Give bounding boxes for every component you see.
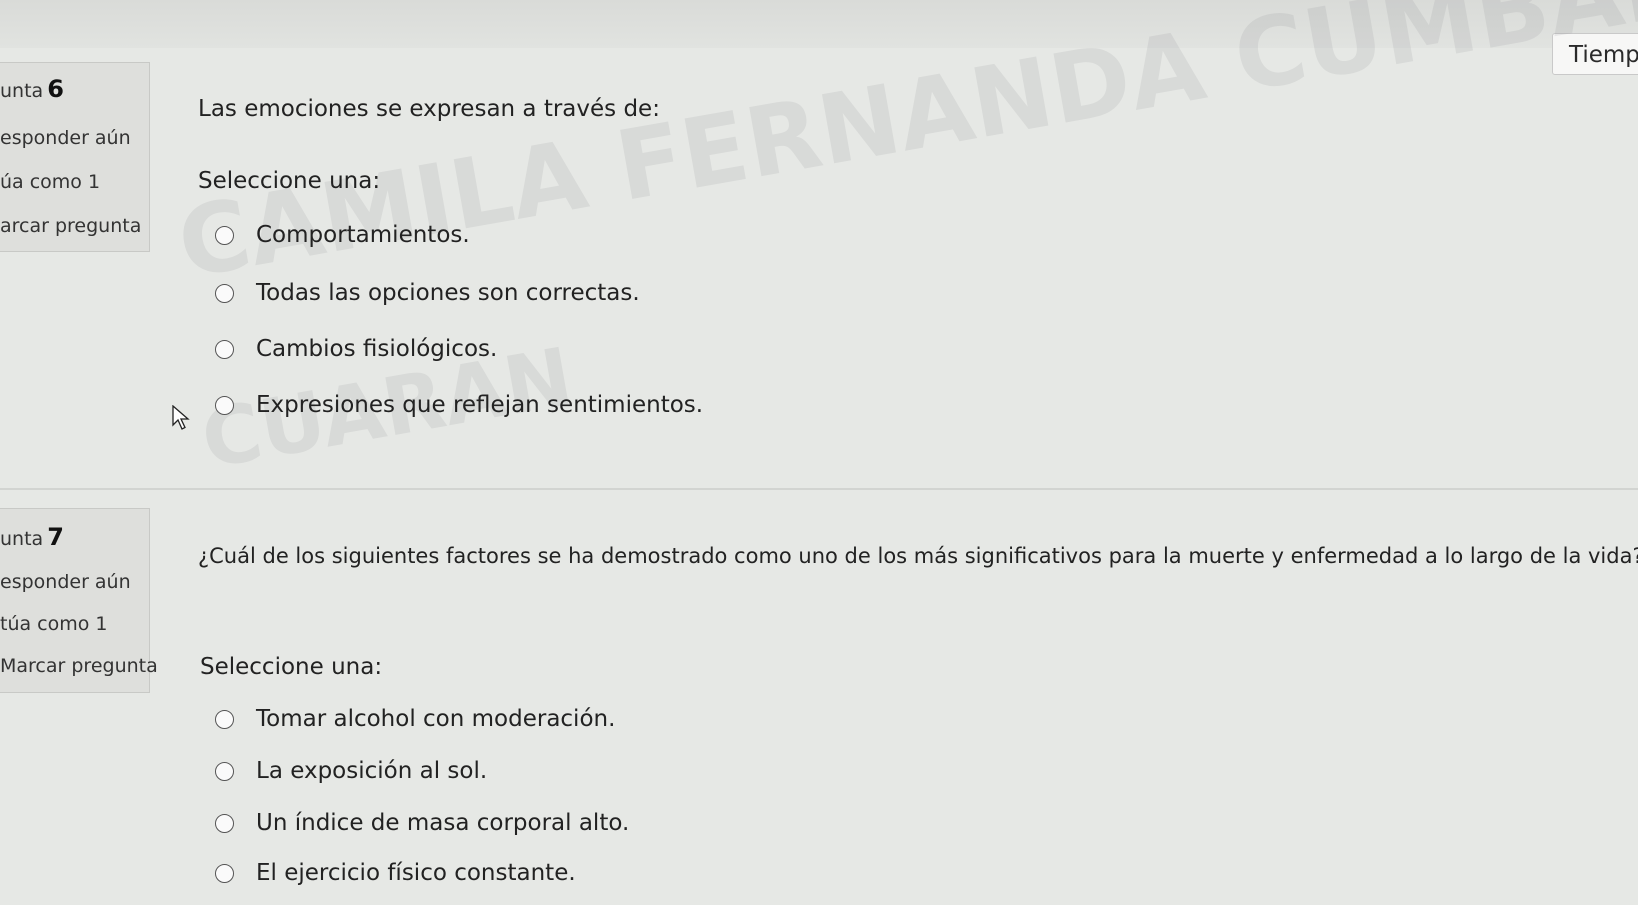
question-6-select-label: Seleccione una: <box>198 168 381 194</box>
option-label: La exposición al sol. <box>256 758 488 784</box>
radio-button[interactable] <box>215 761 234 781</box>
question-7-grade: túa como 1 <box>0 613 108 635</box>
question-7-option-3[interactable]: Un índice de masa corporal alto. <box>215 810 629 836</box>
radio-button[interactable] <box>215 283 234 303</box>
question-7-number: unta 7 <box>0 523 64 551</box>
option-label: Todas las opciones son correctas. <box>256 280 640 306</box>
option-label: El ejercicio físico constante. <box>256 860 576 886</box>
question-7-option-1[interactable]: Tomar alcohol con moderación. <box>215 706 615 732</box>
option-label: Un índice de masa corporal alto. <box>256 810 630 836</box>
question-6-grade: úa como 1 <box>0 171 101 193</box>
radio-button[interactable] <box>215 813 234 833</box>
question-6-option-3[interactable]: Cambios fisiológicos. <box>215 336 497 362</box>
question-6-info: unta 6 esponder aún úa como 1 arcar pregu… <box>0 62 150 252</box>
question-6-status: esponder aún <box>0 127 131 149</box>
option-label: Comportamientos. <box>256 222 470 248</box>
question-7-status: esponder aún <box>0 571 131 593</box>
top-bar <box>0 0 1638 48</box>
option-label: Tomar alcohol con moderación. <box>256 706 616 732</box>
question-6-number: unta 6 <box>0 75 64 103</box>
question-7-option-4[interactable]: El ejercicio físico constante. <box>215 860 576 886</box>
question-7-select-label: Seleccione una: <box>200 654 383 680</box>
question-6-flag-link[interactable]: arcar pregunta <box>0 215 141 237</box>
timer-box: Tiempo <box>1552 33 1638 75</box>
question-6-option-1[interactable]: Comportamientos. <box>215 222 470 248</box>
question-6-option-2[interactable]: Todas las opciones son correctas. <box>215 280 640 306</box>
question-7-option-2[interactable]: La exposición al sol. <box>215 758 487 784</box>
radio-button[interactable] <box>215 395 234 415</box>
mouse-cursor-icon <box>172 405 190 430</box>
radio-button[interactable] <box>215 225 234 245</box>
option-label: Expresiones que reflejan sentimientos. <box>256 392 704 418</box>
question-7-info: unta 7 esponder aún túa como 1 Marcar pre… <box>0 508 158 693</box>
question-7-text: ¿Cuál de los siguientes factores se ha d… <box>198 544 1638 568</box>
question-6-option-4[interactable]: Expresiones que reflejan sentimientos. <box>215 392 703 418</box>
option-label: Cambios fisiológicos. <box>256 336 498 362</box>
timer-label: Tiempo <box>1569 42 1638 68</box>
radio-button[interactable] <box>215 709 234 729</box>
question-6-text: Las emociones se expresan a través de: <box>198 96 660 122</box>
radio-button[interactable] <box>215 863 234 883</box>
radio-button[interactable] <box>215 339 234 359</box>
question-divider <box>0 488 1638 490</box>
question-7-flag-link[interactable]: Marcar pregunta <box>0 655 158 677</box>
